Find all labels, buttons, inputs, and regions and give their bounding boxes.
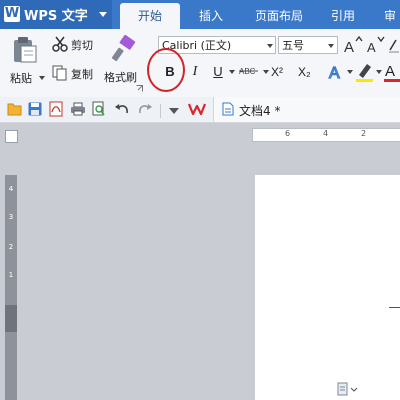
tab-page-layout[interactable]: 页面布局 [246,3,312,29]
tab-stop-selector[interactable] [5,130,18,143]
document-page[interactable] [255,175,400,400]
cut-label: 剪切 [71,39,93,52]
font-color-icon[interactable]: A [384,61,400,83]
app-name: WPS 文字 [24,9,88,24]
scissors-icon [52,36,68,52]
grow-font-button[interactable]: A [343,35,363,56]
save-icon[interactable] [28,102,42,116]
toolbar-divider [160,104,161,118]
paste-options-icon[interactable] [337,382,359,396]
ruler-tick-label: 2 [8,243,14,251]
tab-review[interactable]: 审 [380,3,400,29]
document-tab[interactable]: 文档4 * [213,97,400,122]
chevron-down-icon [39,76,45,80]
ruler-tick-label: 4 [8,185,14,193]
undo-icon[interactable] [114,102,130,116]
app-menu-button[interactable]: W WPS 文字 [0,0,112,29]
copy-label: 复制 [71,68,93,81]
export-pdf-icon[interactable] [49,101,63,117]
ruler-tick-label: 6 [285,129,291,138]
dialog-launcher-icon[interactable] [136,85,143,92]
svg-text:A: A [329,65,340,82]
clipboard-icon [14,37,37,63]
shrink-font-icon: A [367,36,385,55]
italic-button[interactable]: I [186,62,204,82]
shrink-font-button[interactable]: A [366,35,386,55]
paintbrush-icon [112,35,136,62]
wps-logo-letter: W [4,6,20,21]
tab-insert[interactable]: 插入 [186,3,236,29]
chevron-down-icon[interactable] [347,70,353,74]
ruler-tick-label: 1 [8,271,14,279]
font-size-value: 五号 [282,39,304,52]
chevron-down-icon[interactable] [99,12,107,17]
svg-text:A: A [385,63,395,80]
paste-label: 粘贴 [10,72,32,85]
print-icon[interactable] [70,102,86,116]
chevron-down-icon[interactable] [229,70,235,74]
paste-button[interactable]: 粘贴 [8,34,45,90]
text-effect-icon[interactable]: A [328,62,346,82]
cut-button[interactable]: 剪切 [52,35,100,53]
strikethrough-icon[interactable]: ABC [238,63,262,81]
format-painter-label: 格式刷 [104,71,137,84]
ruler-tick-label: 2 [361,129,367,138]
copy-button[interactable]: 复制 [52,64,100,82]
wps-icon[interactable] [188,102,206,116]
svg-text:A: A [367,40,376,55]
chevron-down-icon[interactable] [263,70,269,74]
tab-references[interactable]: 引用 [322,3,364,29]
vertical-ruler-margin [5,332,17,400]
redo-icon[interactable] [137,102,153,116]
customize-toolbar-icon[interactable] [169,108,179,114]
open-folder-icon[interactable] [7,102,23,116]
vertical-ruler-margin [5,175,17,305]
highlight-circle [147,48,185,92]
grow-font-icon: A [344,35,363,56]
chevron-down-icon [328,44,334,48]
chevron-down-icon [267,44,273,48]
underline-button[interactable]: U [209,62,227,82]
clear-format-icon[interactable] [388,36,400,54]
copy-icon [52,65,67,81]
highlight-color-icon[interactable] [355,61,375,83]
vertical-ruler-marker [5,305,17,332]
horizontal-ruler[interactable]: 6 4 2 [252,128,400,142]
superscript-button[interactable]: X² [271,62,293,82]
document-tab-title: 文档4 * [239,104,281,118]
font-size-select[interactable]: 五号 [278,36,338,54]
ruler-tick-label: 3 [8,213,14,221]
chevron-down-icon[interactable] [376,70,382,74]
print-preview-icon[interactable] [92,101,106,117]
svg-text:A: A [344,39,354,55]
document-icon [222,102,234,116]
subscript-button[interactable]: X₂ [298,62,320,82]
tab-home[interactable]: 开始 [120,3,180,29]
ruler-tick-label: 4 [323,129,329,138]
margin-mark [389,307,400,308]
format-painter-button[interactable]: 格式刷 [104,33,144,89]
